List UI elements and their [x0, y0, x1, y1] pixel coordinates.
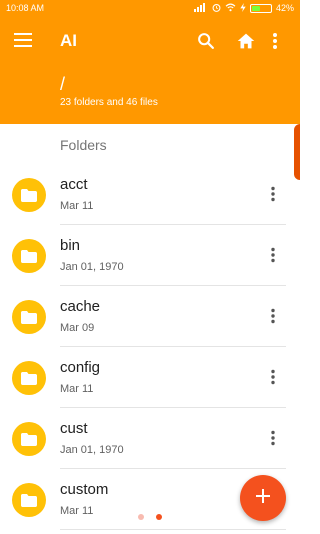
app-title: AI: [60, 31, 77, 50]
folder-icon: [12, 239, 46, 273]
page-dot-active: [156, 514, 162, 520]
more-options-icon[interactable]: [270, 308, 276, 324]
folder-date: Jan 01, 1970: [60, 444, 124, 456]
battery-icon: [249, 3, 272, 13]
folder-date: Mar 11: [60, 505, 94, 517]
menu-icon[interactable]: [14, 32, 32, 48]
alarm-icon: [212, 3, 221, 14]
more-options-icon[interactable]: [270, 430, 276, 446]
folder-row[interactable]: acct Mar 11: [0, 164, 300, 225]
search-icon[interactable]: [195, 30, 217, 52]
folder-name: custom: [60, 481, 109, 498]
folder-row[interactable]: bin Jan 01, 1970: [0, 225, 300, 286]
folder-name: acct: [60, 176, 88, 193]
folder-summary: 23 folders and 46 files: [60, 97, 158, 108]
signal-icon: [193, 2, 208, 14]
page-dot: [138, 514, 144, 520]
folder-name: config: [60, 359, 101, 376]
row-divider: [60, 529, 286, 530]
folder-icon: [12, 483, 46, 517]
folder-date: Mar 11: [60, 200, 94, 212]
folder-row[interactable]: cust Jan 01, 1970: [0, 408, 300, 469]
folder-row[interactable]: config Mar 11: [0, 347, 300, 408]
wifi-icon: [225, 3, 236, 14]
battery-text: 42%: [275, 3, 294, 13]
page-indicator: [138, 514, 162, 520]
more-options-icon[interactable]: [270, 369, 276, 385]
status-icons: 42%: [193, 2, 294, 14]
folder-icon: [12, 361, 46, 395]
folder-name: bin: [60, 237, 81, 254]
folder-name: cust: [60, 420, 88, 437]
app-bar: 10:08 AM 42% AI / 23 folders and 46 file…: [0, 0, 300, 124]
more-vert-icon[interactable]: [270, 30, 280, 52]
folder-name: cache: [60, 298, 101, 315]
folder-row[interactable]: cache Mar 09: [0, 286, 300, 347]
folder-date: Mar 09: [60, 322, 95, 334]
more-options-icon[interactable]: [270, 186, 276, 202]
more-options-icon[interactable]: [270, 247, 276, 263]
folder-date: Jan 01, 1970: [60, 261, 124, 273]
current-path: /: [60, 74, 66, 94]
charging-icon: [240, 2, 246, 14]
folder-icon: [12, 422, 46, 456]
section-title: Folders: [60, 137, 107, 153]
add-fab-button[interactable]: [240, 475, 286, 521]
folder-icon: [12, 300, 46, 334]
folder-icon: [12, 178, 46, 212]
toolbar: AI: [0, 24, 300, 58]
folder-date: Mar 11: [60, 383, 94, 395]
status-time: 10:08 AM: [6, 3, 45, 13]
status-bar: 10:08 AM 42%: [0, 0, 300, 16]
battery-level-fill: [251, 5, 260, 11]
home-icon[interactable]: [235, 30, 257, 52]
plus-icon: [255, 488, 271, 509]
